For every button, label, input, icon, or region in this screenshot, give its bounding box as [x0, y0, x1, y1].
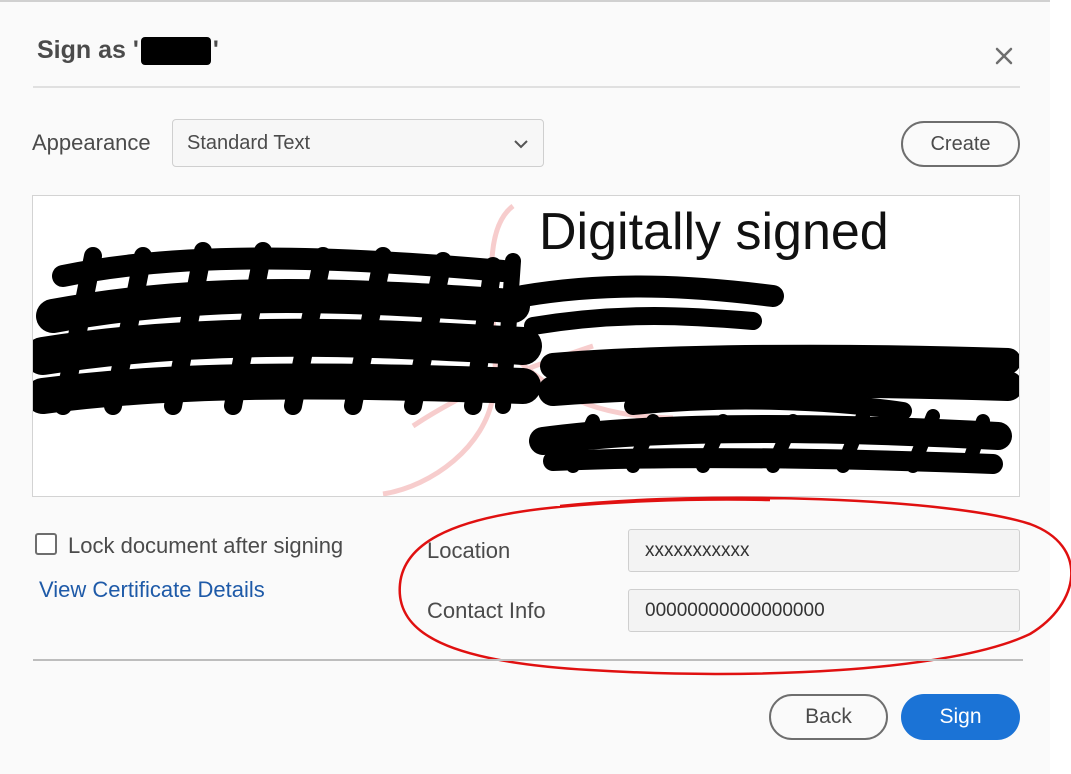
- header-divider: [33, 86, 1020, 88]
- sign-button[interactable]: Sign: [901, 694, 1020, 740]
- dialog-title-suffix: ': [212, 36, 219, 64]
- lock-document-label: Lock document after signing: [68, 533, 344, 558]
- appearance-selected-value: Standard Text: [187, 131, 311, 154]
- chevron-down-icon: [513, 135, 529, 158]
- close-icon[interactable]: [990, 40, 1020, 70]
- dialog-title-prefix: Sign as ': [37, 36, 139, 64]
- red-annotation-ellipse: [398, 496, 1071, 676]
- signature-preview: Digitally signed: [32, 195, 1020, 497]
- footer-divider: [33, 659, 1023, 661]
- view-certificate-link[interactable]: View Certificate Details: [39, 577, 265, 603]
- sign-dialog: Sign as ' ' Appearance Standard Text Cre…: [0, 2, 1071, 774]
- back-button[interactable]: Back: [769, 694, 888, 740]
- appearance-select[interactable]: Standard Text: [172, 119, 544, 167]
- redaction-scribble: [33, 242, 1019, 474]
- appearance-label: Appearance: [32, 130, 151, 155]
- create-button[interactable]: Create: [901, 121, 1020, 167]
- redacted-name: [140, 36, 211, 65]
- dialog-title: Sign as ' ': [37, 36, 219, 65]
- lock-document-checkbox[interactable]: [35, 533, 57, 555]
